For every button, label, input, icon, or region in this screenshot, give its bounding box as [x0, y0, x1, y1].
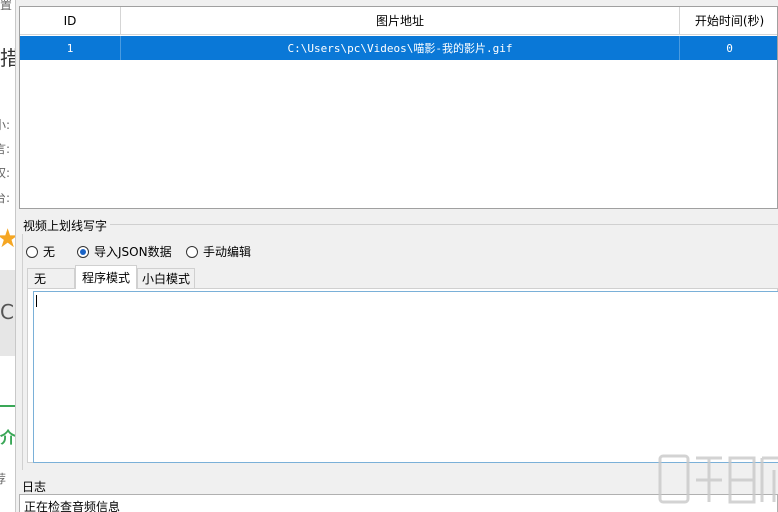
column-header-start-time[interactable]: 开始时间(秒): [680, 7, 777, 34]
bg-text-fragment: C: [0, 300, 14, 324]
bg-text-fragment: 荐: [0, 470, 6, 487]
radio-circle: [186, 245, 198, 258]
radio-label: 导入JSON数据: [94, 245, 172, 259]
star-icon: ★: [0, 226, 15, 252]
cell-start-time: 0: [680, 36, 777, 60]
cell-image-path: C:\Users\pc\Videos\喵影-我的影片.gif: [121, 36, 680, 60]
table-row[interactable]: 1 C:\Users\pc\Videos\喵影-我的影片.gif 0: [20, 36, 777, 60]
radio-none[interactable]: 无: [26, 243, 55, 260]
bg-text-fragment: 措: [0, 42, 15, 71]
tab-beginner-mode[interactable]: 小白模式: [137, 268, 195, 288]
column-header-id[interactable]: ID: [20, 7, 121, 34]
image-table[interactable]: ID 图片地址 开始时间(秒) 1 C:\Users\pc\Videos\喵影-…: [19, 6, 778, 209]
json-editor[interactable]: [33, 291, 778, 463]
tab-content: [27, 288, 778, 463]
bg-text-fragment: 置: [0, 0, 13, 12]
tab-program-mode[interactable]: 程序模式: [75, 265, 137, 289]
watermark-logo: [658, 454, 778, 504]
bg-text-fragment: 言:: [0, 142, 11, 156]
radio-import-json[interactable]: 导入JSON数据: [77, 243, 172, 260]
log-title: 日志: [22, 480, 47, 494]
bg-divider: [0, 405, 15, 407]
radio-manual-edit[interactable]: 手动编辑: [186, 243, 251, 260]
cell-id: 1: [20, 36, 121, 60]
main-dialog: ID 图片地址 开始时间(秒) 1 C:\Users\pc\Videos\喵影-…: [16, 0, 778, 512]
bg-text-fragment: 介: [0, 428, 16, 447]
bg-text-fragment: 权:: [0, 166, 11, 180]
radio-circle-checked: [77, 245, 89, 258]
radio-label: 手动编辑: [203, 245, 252, 259]
text-caret: [36, 295, 37, 307]
draw-groupbox-title: 视频上划线写字: [20, 217, 111, 234]
bg-text-fragment: 台:: [0, 191, 11, 205]
background-window: 置 措 小: 言: 权: 台: ★ C 介 荐: [0, 0, 16, 512]
radio-label: 无: [43, 245, 56, 259]
bg-text-fragment: 小:: [0, 118, 11, 132]
radio-circle: [26, 245, 38, 258]
table-header: ID 图片地址 开始时间(秒): [20, 7, 777, 35]
tab-none[interactable]: 无: [27, 268, 75, 288]
column-header-image-path[interactable]: 图片地址: [121, 7, 680, 34]
